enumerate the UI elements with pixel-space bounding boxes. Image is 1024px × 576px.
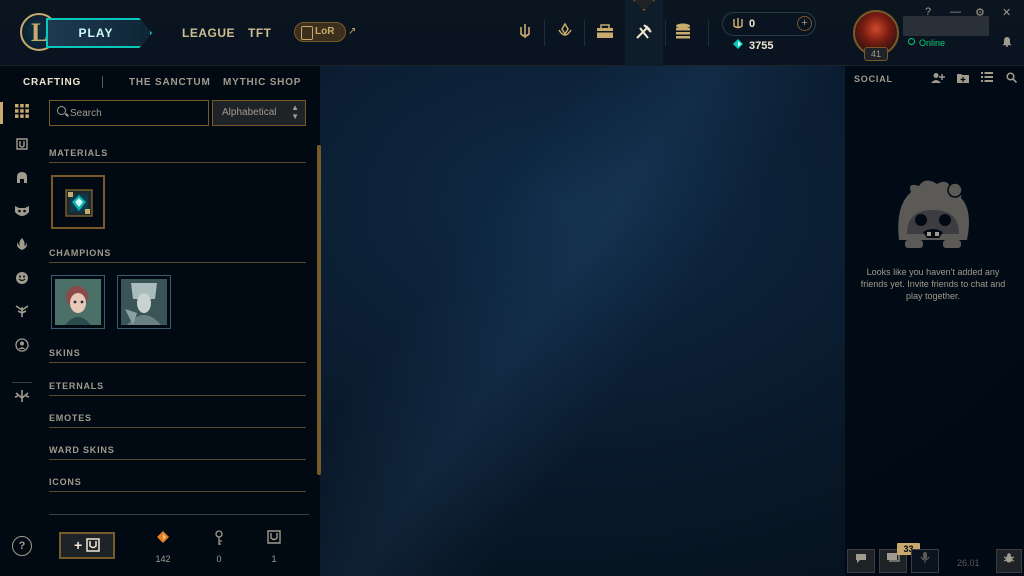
rail-divider xyxy=(12,382,32,383)
crafting-icon[interactable] xyxy=(633,22,655,44)
filter-chests-icon[interactable] xyxy=(12,136,32,156)
section-icons-title[interactable]: ICONS xyxy=(49,477,82,487)
notifications-bell-icon[interactable] xyxy=(1002,36,1012,50)
filter-skins-mask-icon[interactable] xyxy=(12,203,32,223)
clash-icon[interactable] xyxy=(514,22,536,44)
help-button[interactable]: ? xyxy=(925,6,931,18)
missions-icon[interactable] xyxy=(554,22,576,44)
section-champions-title: CHAMPIONS xyxy=(49,248,112,258)
footer-divider xyxy=(49,514,309,515)
filter-icons-profile-icon[interactable] xyxy=(12,337,32,357)
section-divider xyxy=(49,491,306,492)
section-divider xyxy=(49,262,306,263)
divider xyxy=(584,20,585,46)
version-clock-text: 26.01 xyxy=(957,558,980,568)
keys-value: 0 xyxy=(216,554,222,564)
filter-champions-helmet-icon[interactable] xyxy=(12,170,32,190)
external-link-icon: ↗ xyxy=(348,26,357,37)
chevron-updown-icon: ▲ ▼ xyxy=(291,103,299,121)
section-divider xyxy=(49,362,306,363)
section-ward-skins-title[interactable]: WARD SKINS xyxy=(49,445,115,455)
close-button[interactable]: ✕ xyxy=(1002,6,1011,19)
search-friends-icon[interactable] xyxy=(1003,72,1019,86)
search-box[interactable] xyxy=(49,100,209,126)
bug-report-icon[interactable] xyxy=(996,549,1022,573)
section-divider xyxy=(49,162,306,163)
section-divider xyxy=(49,395,306,396)
voice-button[interactable] xyxy=(911,549,939,573)
divider xyxy=(708,20,709,46)
chest-icon xyxy=(86,538,100,552)
riot-points-icon xyxy=(732,17,744,32)
tab-the-sanctum[interactable]: THE SANCTUM xyxy=(129,77,211,88)
help-question-button[interactable]: ? xyxy=(12,536,32,556)
store-icon[interactable] xyxy=(594,22,616,44)
filter-ward-skins-icon[interactable] xyxy=(12,303,32,323)
blue-essence-value: 3755 xyxy=(749,40,774,52)
loot-scrollbar[interactable] xyxy=(317,145,321,475)
empty-friends-message: Looks like you haven't added any friends… xyxy=(860,267,1006,301)
section-emotes-title[interactable]: EMOTES xyxy=(49,413,92,423)
loot-item-material-chest[interactable] xyxy=(51,175,105,229)
divider xyxy=(102,76,103,88)
sort-dropdown[interactable]: Alphabetical ▲ ▼ xyxy=(212,100,306,126)
section-divider xyxy=(49,427,306,428)
filter-rail-active-indicator xyxy=(0,102,3,124)
search-input[interactable] xyxy=(70,104,204,122)
list-view-icon[interactable] xyxy=(979,72,995,86)
section-materials-title: MATERIALS xyxy=(49,148,109,158)
nav-league-tab[interactable]: LEAGUE xyxy=(182,26,235,40)
play-button[interactable]: PLAY xyxy=(46,18,152,48)
divider xyxy=(544,20,545,46)
orange-essence-icon xyxy=(155,530,171,546)
champion-portrait-2 xyxy=(121,279,167,325)
key-icon xyxy=(211,530,227,546)
filter-special-icon[interactable] xyxy=(12,388,32,408)
summoner-name-redacted xyxy=(903,16,989,36)
lor-launch-button[interactable]: LoR xyxy=(294,22,346,42)
add-friend-icon[interactable] xyxy=(930,72,946,86)
chat-button[interactable] xyxy=(847,549,875,573)
loot-item-champion-shard[interactable] xyxy=(117,275,171,329)
buy-rp-button[interactable]: + xyxy=(797,16,812,31)
social-panel xyxy=(845,66,1024,576)
settings-gear-icon[interactable]: ⚙ xyxy=(975,6,985,19)
riot-points-value: 0 xyxy=(749,18,756,30)
search-icon xyxy=(57,106,66,115)
add-chest-button[interactable]: + xyxy=(59,532,115,559)
divider xyxy=(665,20,666,46)
online-status[interactable]: Online xyxy=(908,38,945,48)
orange-essence-value: 142 xyxy=(155,554,171,564)
chests-value: 1 xyxy=(271,554,277,564)
tab-mythic-shop[interactable]: MYTHIC SHOP xyxy=(223,77,301,88)
minimize-button[interactable]: — xyxy=(950,6,961,18)
loot-item-champion-shard[interactable] xyxy=(51,275,105,329)
sort-selected-value: Alphabetical xyxy=(222,107,277,118)
chest-count-icon xyxy=(266,530,282,546)
tab-crafting[interactable]: CRAFTING xyxy=(23,77,81,88)
summoner-level-badge: 41 xyxy=(864,47,888,61)
section-divider xyxy=(49,459,306,460)
add-folder-icon[interactable] xyxy=(955,72,971,86)
section-skins-title[interactable]: SKINS xyxy=(49,348,81,358)
nav-tft-tab[interactable]: TFT xyxy=(248,26,272,40)
social-title: SOCIAL xyxy=(854,74,893,84)
champion-portrait-1 xyxy=(55,279,101,325)
filter-all-grid-icon[interactable] xyxy=(12,103,32,123)
section-eternals-title[interactable]: ETERNALS xyxy=(49,381,104,391)
filter-emotes-smiley-icon[interactable] xyxy=(12,270,32,290)
poro-empty-state-icon xyxy=(893,176,973,250)
blue-essence-icon xyxy=(732,38,744,53)
collection-icon[interactable] xyxy=(672,22,694,44)
league-client-window: L PLAY LEAGUE TFT LoR ↗ 0 + 3755 41 Onli… xyxy=(0,0,1024,576)
filter-eternals-flame-icon[interactable] xyxy=(12,236,32,256)
hextech-chest-icon xyxy=(56,180,102,226)
